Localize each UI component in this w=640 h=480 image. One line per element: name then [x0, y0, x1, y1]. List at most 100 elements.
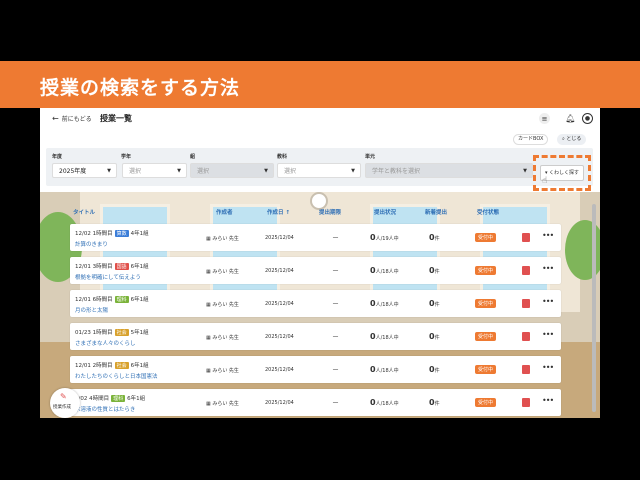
row-title-link[interactable]: 月の形と太陽 — [75, 306, 108, 314]
row-new: 0件 — [429, 332, 440, 341]
caret-down-icon: ▼ — [177, 168, 181, 174]
scrollbar[interactable] — [592, 204, 596, 412]
accept-status-badge[interactable]: 受付中 — [475, 398, 497, 407]
subject-badge: 算数 — [114, 230, 129, 237]
row-status-total: 人/18人中 — [375, 401, 399, 407]
create-lesson-label: 授業作成 — [53, 405, 71, 410]
pdf-icon[interactable] — [522, 398, 530, 407]
table-row[interactable]: 2/02 4時間目 理科 6年1組 水溶液の性質とはたらき ▦ みらい 先生 2025/1… — [70, 389, 561, 416]
row-new: 0件 — [429, 365, 440, 374]
unit-select[interactable]: 学年と教科を選択 ▼ — [365, 163, 533, 178]
row-class: 6年1組 — [127, 396, 146, 402]
table-row[interactable]: 12/01 2時間目 社会 6年1組 わたしたちのくらしと日本国憲法 ▦ みらい 先生 2… — [70, 356, 561, 383]
class-select-value: 選択 — [197, 168, 210, 175]
subject-select-value: 選択 — [284, 168, 297, 175]
pdf-icon[interactable] — [522, 332, 530, 341]
row-deadline: － — [332, 267, 339, 275]
row-author: ▦ みらい 先生 — [206, 334, 239, 341]
more-options-icon[interactable]: ••• — [542, 264, 554, 273]
pdf-icon[interactable] — [522, 299, 530, 308]
pencil-icon: ✎ — [60, 392, 67, 401]
row-new: 0件 — [429, 299, 440, 308]
row-new-unit: 件 — [434, 302, 440, 308]
row-class: 6年1組 — [130, 264, 149, 270]
more-options-icon[interactable]: ••• — [542, 363, 554, 372]
row-title-link[interactable]: 水溶液の性質とはたらき — [75, 405, 135, 413]
row-date-text: 01/23 1時間目 — [75, 330, 113, 336]
arrow-left-icon: ← — [52, 114, 59, 123]
row-date: 12/01 6時間目 理科 6年1組 — [75, 295, 149, 303]
row-status-total: 人/18人中 — [375, 269, 399, 275]
row-author-name: みらい 先生 — [212, 401, 239, 407]
filter-label-grade: 学年 — [121, 154, 132, 160]
year-select[interactable]: 2025年度 ▼ — [52, 163, 117, 178]
pointer-cursor-icon: ☝ — [542, 176, 548, 186]
row-deadline: － — [332, 333, 339, 341]
row-status: 0人/19人中 — [370, 233, 399, 242]
accept-status-badge[interactable]: 受付中 — [475, 365, 497, 374]
accept-status-badge[interactable]: 受付中 — [475, 299, 497, 308]
col-created[interactable]: 作成日 ↑ — [267, 208, 290, 216]
row-class: 5年1組 — [130, 330, 149, 336]
row-date: 12/02 1時間目 算数 4年1組 — [75, 229, 149, 237]
table-row[interactable]: 01/23 1時間目 社会 5年1組さまざまな人々のくらし ▦ みらい 先生 2025/… — [70, 323, 561, 350]
row-date: 12/01 2時間目 社会 6年1組 — [75, 361, 149, 369]
row-new-unit: 件 — [434, 368, 440, 374]
table-header: タイトル 作成者 作成日 ↑ 提出期限 提出状況 新着提出 受付状態 — [40, 206, 600, 220]
more-options-icon[interactable]: ••• — [542, 396, 554, 405]
caret-down-icon: ▼ — [351, 168, 355, 174]
row-title-link[interactable]: 根拠を明確にして伝えよう — [75, 273, 141, 281]
row-status-total: 人/19人中 — [375, 236, 399, 242]
row-deadline: － — [332, 300, 339, 308]
caret-down-icon: ▼ — [107, 168, 111, 174]
subject-select[interactable]: 選択 ▼ — [277, 163, 361, 178]
row-title-link[interactable]: 計算のきまり — [75, 240, 108, 248]
row-deadline: － — [332, 399, 339, 407]
grade-select[interactable]: 選択 ▼ — [122, 163, 187, 178]
cardbox-button[interactable]: カードBOX — [513, 134, 549, 145]
row-new: 0件 — [429, 266, 440, 275]
row-date: 2/02 4時間目 理科 6年1組 — [75, 394, 145, 402]
bell-icon[interactable]: 🔔︎ — [565, 113, 576, 124]
row-author-name: みらい 先生 — [212, 269, 239, 275]
table-row[interactable]: 12/01 6時間目 理科 6年1組 月の形と太陽 ▦ みらい 先生 2025/12/04… — [70, 290, 561, 317]
row-author-name: みらい 先生 — [212, 335, 239, 341]
menu-icon[interactable]: ≡ — [539, 113, 550, 124]
pdf-icon[interactable] — [522, 266, 530, 275]
accept-status-badge[interactable]: 受付中 — [475, 266, 497, 275]
table-row[interactable]: 12/01 3時間目 国語 6年1組 根拠を明確にして伝えよう ▦ みらい 先生 2025… — [70, 257, 561, 284]
filter-label-subject: 教科 — [277, 154, 288, 160]
create-lesson-button[interactable]: ✎ 授業作成 — [50, 388, 80, 418]
accept-status-badge[interactable]: 受付中 — [475, 332, 497, 341]
col-new: 新着提出 — [425, 210, 448, 216]
row-created: 2025/12/04 — [265, 235, 294, 241]
row-status-total: 人/18人中 — [375, 335, 399, 341]
accept-status-badge[interactable]: 受付中 — [475, 233, 497, 242]
subject-badge: 社会 — [114, 362, 129, 369]
row-author: ▦ みらい 先生 — [206, 367, 239, 374]
row-date-text: 12/02 1時間目 — [75, 231, 113, 237]
row-created: 2025/12/04 — [265, 334, 294, 340]
more-options-icon[interactable]: ••• — [542, 330, 554, 339]
row-title-link[interactable]: さまざまな人々のくらし — [75, 339, 136, 347]
table-row[interactable]: 12/02 1時間目 算数 4年1組 計算のきまり ▦ みらい 先生 2025/12/04… — [70, 224, 561, 251]
subject-badge: 社会 — [114, 329, 129, 336]
sort-arrow-icon: ↑ — [285, 210, 291, 216]
caret-down-icon: ▼ — [264, 168, 268, 174]
pdf-icon[interactable] — [522, 233, 530, 242]
filter-label-year: 年度 — [52, 154, 63, 160]
row-title-link[interactable]: わたしたちのくらしと日本国憲法 — [75, 372, 158, 380]
unit-select-value: 学年と教科を選択 — [372, 168, 421, 175]
row-deadline: － — [332, 366, 339, 374]
col-accept: 受付状態 — [477, 210, 500, 216]
close-button[interactable]: ⌕ とじる — [557, 134, 587, 145]
pdf-icon[interactable] — [522, 365, 530, 374]
more-options-icon[interactable]: ••• — [542, 297, 554, 306]
row-date-text: 12/01 3時間目 — [75, 264, 113, 270]
back-button[interactable]: ← 前にもどる — [52, 114, 92, 123]
more-options-icon[interactable]: ••• — [542, 231, 554, 240]
row-new: 0件 — [429, 233, 440, 242]
class-select[interactable]: 選択 ▼ — [190, 163, 274, 178]
user-icon[interactable]: ● — [582, 113, 593, 124]
row-new-unit: 件 — [434, 269, 440, 275]
